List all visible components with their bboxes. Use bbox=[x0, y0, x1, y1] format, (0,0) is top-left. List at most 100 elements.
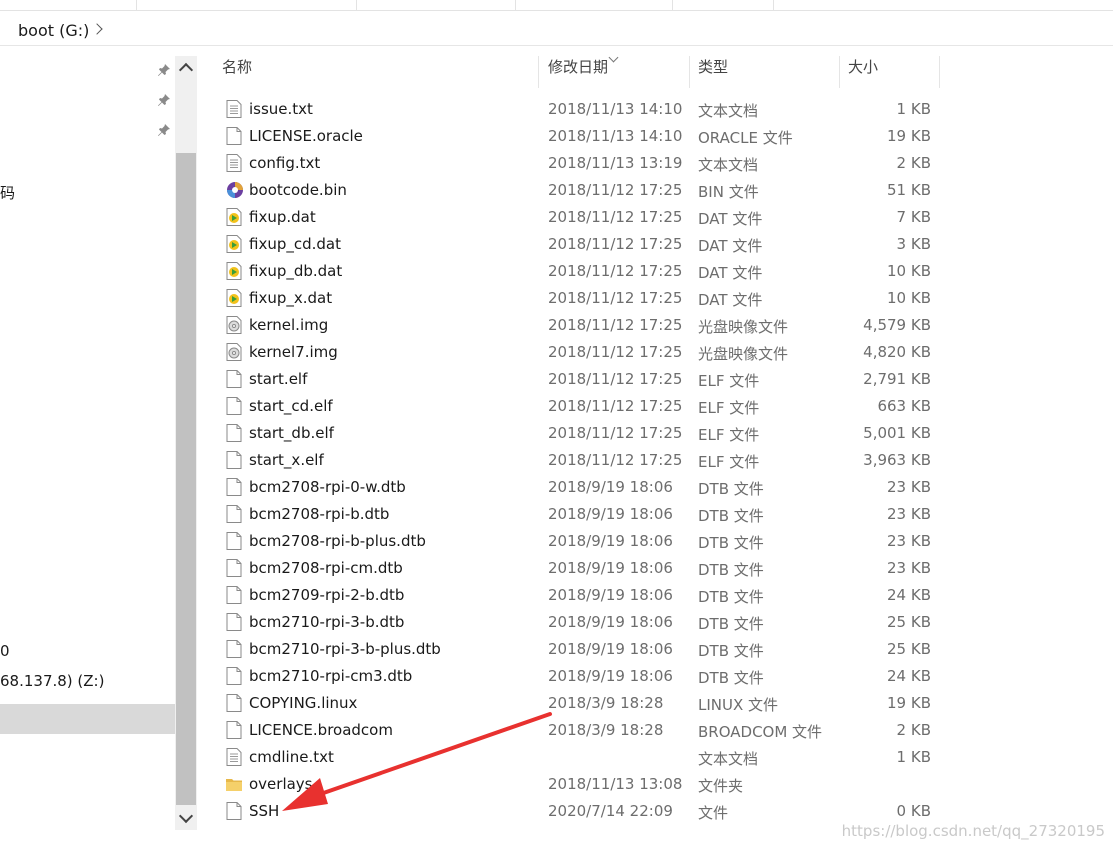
nav-item-label[interactable]: 0 bbox=[0, 642, 10, 660]
file-row[interactable]: fixup.dat 2018/11/12 17:25 DAT 文件 7 KB bbox=[198, 204, 938, 231]
file-row[interactable]: COPYING.linux 2018/3/9 18:28 LINUX 文件 19 KB bbox=[198, 690, 938, 717]
column-divider[interactable] bbox=[689, 56, 690, 88]
file-row[interactable]: bcm2708-rpi-0-w.dtb 2018/9/19 18:06 DTB 文件… bbox=[198, 474, 938, 501]
file-date: 2018/11/13 13:19 bbox=[548, 154, 683, 172]
file-row[interactable]: SSH 2020/7/14 22:09 文件 0 KB bbox=[198, 798, 938, 825]
file-name[interactable]: LICENSE.oracle bbox=[249, 127, 363, 145]
file-date: 2018/11/12 17:25 bbox=[548, 208, 683, 226]
ribbon-divider bbox=[356, 0, 357, 10]
file-row[interactable]: bcm2709-rpi-2-b.dtb 2018/9/19 18:06 DTB 文件… bbox=[198, 582, 938, 609]
pin-icon[interactable] bbox=[157, 93, 171, 107]
file-row[interactable]: cmdline.txt 文本文档 1 KB bbox=[198, 744, 938, 771]
generic-file-icon bbox=[226, 586, 242, 604]
file-name[interactable]: bcm2709-rpi-2-b.dtb bbox=[249, 586, 404, 604]
file-name[interactable]: kernel7.img bbox=[249, 343, 338, 361]
file-row[interactable]: bcm2710-rpi-3-b.dtb 2018/9/19 18:06 DTB 文件… bbox=[198, 609, 938, 636]
ribbon-divider bbox=[515, 0, 516, 10]
file-row[interactable]: LICENCE.broadcom 2018/3/9 18:28 BROADCOM 文… bbox=[198, 717, 938, 744]
file-row[interactable]: bcm2708-rpi-cm.dtb 2018/9/19 18:06 DTB 文件 2… bbox=[198, 555, 938, 582]
file-row[interactable]: fixup_x.dat 2018/11/12 17:25 DAT 文件 10 KB bbox=[198, 285, 938, 312]
navigation-pane[interactable]: 码 0 68.137.8) (Z:) bbox=[0, 46, 198, 848]
file-name[interactable]: start_cd.elf bbox=[249, 397, 333, 415]
scroll-down-icon[interactable] bbox=[178, 808, 194, 824]
nav-item-label[interactable]: 码 bbox=[0, 182, 15, 203]
file-type: 文件夹 bbox=[698, 777, 744, 795]
address-bar[interactable]: boot (G:) bbox=[0, 17, 1113, 46]
generic-file-icon bbox=[226, 478, 242, 496]
file-date: 2018/9/19 18:06 bbox=[548, 505, 673, 523]
file-name[interactable]: bcm2708-rpi-0-w.dtb bbox=[249, 478, 406, 496]
chevron-right-icon[interactable] bbox=[91, 23, 103, 35]
nav-item-selected[interactable] bbox=[0, 704, 175, 734]
file-row[interactable]: bcm2710-rpi-3-b-plus.dtb 2018/9/19 18:06 D… bbox=[198, 636, 938, 663]
file-name[interactable]: fixup_x.dat bbox=[249, 289, 332, 307]
file-row[interactable]: bootcode.bin 2018/11/12 17:25 BIN 文件 51 KB bbox=[198, 177, 938, 204]
file-size: 10 KB bbox=[887, 289, 931, 307]
column-divider[interactable] bbox=[538, 56, 539, 88]
column-header-name[interactable]: 名称 bbox=[222, 56, 252, 86]
file-row[interactable]: start.elf 2018/11/12 17:25 ELF 文件 2,791 KB bbox=[198, 366, 938, 393]
file-row[interactable]: fixup_db.dat 2018/11/12 17:25 DAT 文件 10 KB bbox=[198, 258, 938, 285]
file-row[interactable]: overlays 2018/11/13 13:08 文件夹 bbox=[198, 771, 938, 798]
file-name[interactable]: fixup_cd.dat bbox=[249, 235, 341, 253]
generic-file-icon bbox=[226, 397, 242, 415]
file-name[interactable]: start.elf bbox=[249, 370, 307, 388]
file-name[interactable]: COPYING.linux bbox=[249, 694, 357, 712]
pin-icon[interactable] bbox=[157, 63, 171, 77]
file-name[interactable]: start_db.elf bbox=[249, 424, 334, 442]
file-name[interactable]: overlays bbox=[249, 775, 313, 793]
scroll-up-icon[interactable] bbox=[178, 62, 194, 78]
file-row[interactable]: start_cd.elf 2018/11/12 17:25 ELF 文件 663 KB bbox=[198, 393, 938, 420]
file-row[interactable]: issue.txt 2018/11/13 14:10 文本文档 1 KB bbox=[198, 96, 938, 123]
file-name[interactable]: issue.txt bbox=[249, 100, 313, 118]
file-type: 文本文档 bbox=[698, 102, 759, 120]
column-header-type[interactable]: 类型 bbox=[698, 56, 728, 86]
file-size: 23 KB bbox=[887, 532, 931, 550]
text-file-icon bbox=[226, 100, 242, 118]
column-header-date[interactable]: 修改日期 bbox=[548, 56, 608, 86]
file-row[interactable]: kernel7.img 2018/11/12 17:25 光盘映像文件 4,820 K… bbox=[198, 339, 938, 366]
breadcrumb-drive[interactable]: boot (G:) bbox=[18, 21, 89, 40]
media-file-icon bbox=[226, 235, 242, 253]
file-name[interactable]: cmdline.txt bbox=[249, 748, 334, 766]
file-date: 2018/11/12 17:25 bbox=[548, 235, 683, 253]
file-row[interactable]: config.txt 2018/11/13 13:19 文本文档 2 KB bbox=[198, 150, 938, 177]
file-name[interactable]: bcm2708-rpi-b-plus.dtb bbox=[249, 532, 426, 550]
file-name[interactable]: bcm2710-rpi-cm3.dtb bbox=[249, 667, 412, 685]
column-header-size[interactable]: 大小 bbox=[848, 56, 878, 86]
file-name[interactable]: LICENCE.broadcom bbox=[249, 721, 393, 739]
file-row[interactable]: bcm2708-rpi-b.dtb 2018/9/19 18:06 DTB 文件 23… bbox=[198, 501, 938, 528]
column-divider[interactable] bbox=[939, 56, 940, 88]
file-name[interactable]: bcm2710-rpi-3-b.dtb bbox=[249, 613, 404, 631]
generic-file-icon bbox=[226, 613, 242, 631]
file-type: ELF 文件 bbox=[698, 372, 760, 390]
file-row[interactable]: fixup_cd.dat 2018/11/12 17:25 DAT 文件 3 KB bbox=[198, 231, 938, 258]
file-row[interactable]: LICENSE.oracle 2018/11/13 14:10 ORACLE 文件 1… bbox=[198, 123, 938, 150]
nav-item-network-drive[interactable]: 68.137.8) (Z:) bbox=[0, 672, 104, 690]
file-row[interactable]: start_x.elf 2018/11/12 17:25 ELF 文件 3,963 K… bbox=[198, 447, 938, 474]
column-divider[interactable] bbox=[839, 56, 840, 88]
file-type: DTB 文件 bbox=[698, 507, 764, 525]
pin-icon[interactable] bbox=[157, 123, 171, 137]
file-row[interactable]: kernel.img 2018/11/12 17:25 光盘映像文件 4,579 KB bbox=[198, 312, 938, 339]
watermark-text: https://blog.csdn.net/qq_27320195 bbox=[841, 822, 1105, 840]
file-row[interactable]: bcm2710-rpi-cm3.dtb 2018/9/19 18:06 DTB 文件… bbox=[198, 663, 938, 690]
file-date: 2018/11/12 17:25 bbox=[548, 451, 683, 469]
file-name[interactable]: bcm2708-rpi-b.dtb bbox=[249, 505, 389, 523]
file-row[interactable]: start_db.elf 2018/11/12 17:25 ELF 文件 5,001 … bbox=[198, 420, 938, 447]
nav-scrollbar[interactable] bbox=[175, 56, 197, 830]
file-name[interactable]: fixup_db.dat bbox=[249, 262, 342, 280]
file-name[interactable]: bootcode.bin bbox=[249, 181, 347, 199]
file-list[interactable]: 名称 修改日期 类型 大小 issue.txt 2018/11/13 14:10 文… bbox=[198, 46, 1113, 848]
file-name[interactable]: config.txt bbox=[249, 154, 320, 172]
file-name[interactable]: bcm2708-rpi-cm.dtb bbox=[249, 559, 403, 577]
generic-file-icon bbox=[226, 559, 242, 577]
scrollbar-thumb[interactable] bbox=[176, 153, 196, 805]
file-size: 24 KB bbox=[887, 586, 931, 604]
file-name[interactable]: fixup.dat bbox=[249, 208, 316, 226]
file-name[interactable]: start_x.elf bbox=[249, 451, 324, 469]
file-name[interactable]: bcm2710-rpi-3-b-plus.dtb bbox=[249, 640, 441, 658]
file-name[interactable]: SSH bbox=[249, 802, 279, 820]
file-name[interactable]: kernel.img bbox=[249, 316, 328, 334]
file-row[interactable]: bcm2708-rpi-b-plus.dtb 2018/9/19 18:06 DTB… bbox=[198, 528, 938, 555]
